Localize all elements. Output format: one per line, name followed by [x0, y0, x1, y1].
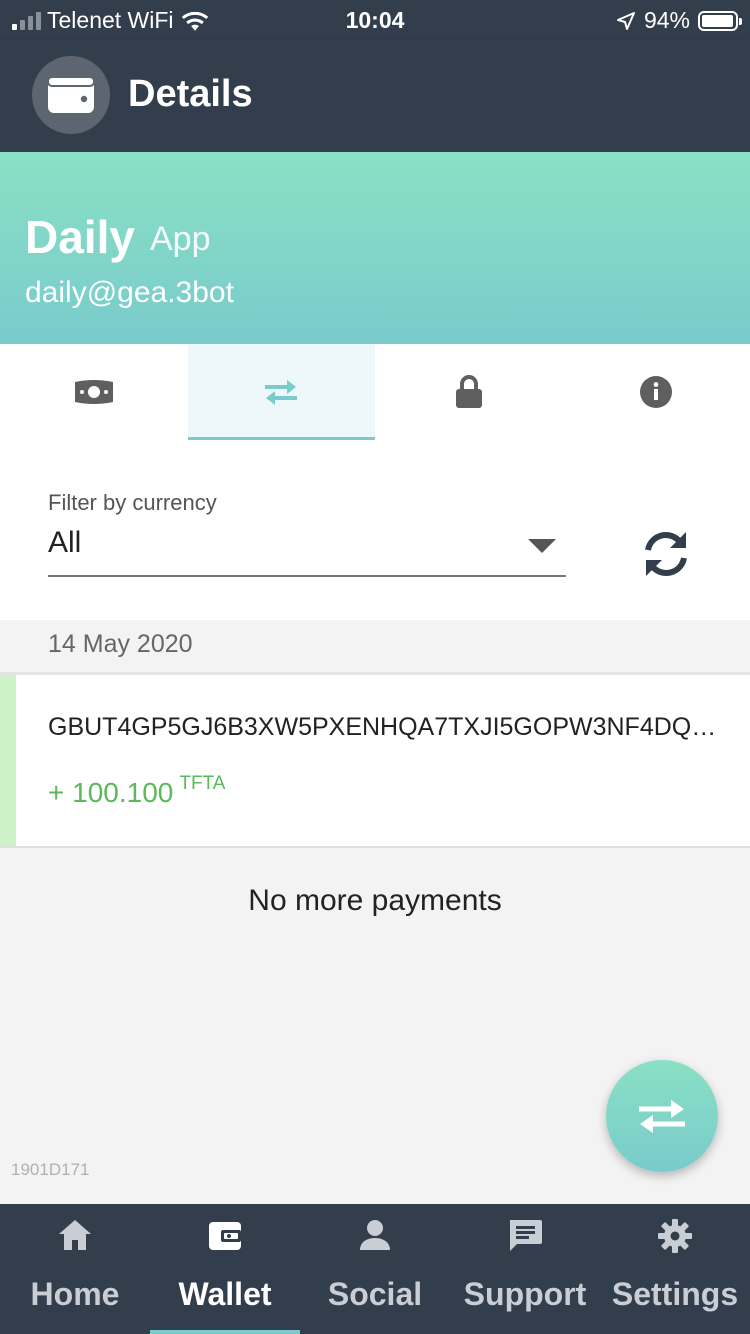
transaction-item[interactable]: GBUT4GP5GJ6B3XW5PXENHQA7TXJI5GOPW3NF4DQZ… [0, 672, 750, 848]
nav-support-label: Support [463, 1276, 587, 1312]
chevron-down-icon [528, 539, 556, 553]
currency-select-value: All [48, 526, 82, 559]
filter-section: Filter by currency All [0, 440, 750, 620]
tab-balance[interactable] [0, 344, 188, 440]
nav-social[interactable]: Social [300, 1204, 450, 1334]
battery-percent: 94% [643, 7, 690, 33]
transaction-amount: + 100.100 [48, 777, 174, 808]
wallet-type: App [150, 220, 211, 258]
nav-social-label: Social [327, 1276, 423, 1312]
nav-support[interactable]: Support [450, 1204, 600, 1334]
wallet-icon [209, 1222, 241, 1250]
incoming-indicator [0, 675, 16, 846]
nav-wallet[interactable]: Wallet [150, 1204, 300, 1334]
transaction-address: GBUT4GP5GJ6B3XW5PXENHQA7TXJI5GOPW3NF4DQZ… [48, 713, 718, 741]
home-icon [59, 1220, 91, 1250]
wallet-name: Daily [25, 211, 135, 263]
transaction-date: 14 May 2020 [48, 630, 193, 658]
money-icon [74, 380, 113, 404]
wallet-icon [32, 56, 110, 134]
bottom-navigation: Home Wallet Social Support Settings [0, 1204, 750, 1334]
transaction-amount-line: + 100.100 TFTA [48, 773, 225, 809]
transfer-icon [639, 1100, 685, 1133]
lock-icon [455, 375, 482, 408]
page-title: Details [128, 73, 253, 115]
app-bar: Details [0, 40, 750, 152]
filter-label: Filter by currency [48, 490, 217, 515]
gear-icon [658, 1219, 692, 1253]
nav-home[interactable]: Home [0, 1204, 150, 1334]
info-icon [640, 376, 673, 408]
battery-icon [698, 10, 742, 31]
wallet-tabs [0, 344, 750, 440]
date-header: 14 May 2020 [0, 622, 750, 670]
transfer-fab-button[interactable] [606, 1060, 718, 1172]
nav-wallet-label: Wallet [178, 1276, 272, 1312]
transfer-icon [265, 380, 298, 405]
refresh-icon[interactable] [640, 528, 692, 580]
tab-transactions[interactable] [187, 344, 375, 440]
wallet-address: daily@gea.3bot [25, 276, 234, 309]
nav-settings-label: Settings [611, 1276, 739, 1312]
location-arrow-icon [616, 11, 635, 30]
chat-icon [510, 1220, 542, 1251]
no-more-payments: No more payments [248, 884, 502, 917]
transaction-currency: TFTA [179, 773, 226, 794]
status-bar: Telenet WiFi 10:04 94% [0, 0, 750, 40]
wallet-header: Daily App daily@gea.3bot [0, 152, 750, 344]
status-right: 94% [616, 7, 742, 34]
tab-security[interactable] [375, 344, 563, 440]
currency-select[interactable]: All [48, 522, 566, 577]
nav-settings[interactable]: Settings [600, 1204, 750, 1334]
tab-info[interactable] [563, 344, 750, 440]
version-label: 1901D171 [11, 1160, 90, 1179]
nav-home-label: Home [30, 1276, 120, 1312]
person-icon [360, 1220, 390, 1250]
